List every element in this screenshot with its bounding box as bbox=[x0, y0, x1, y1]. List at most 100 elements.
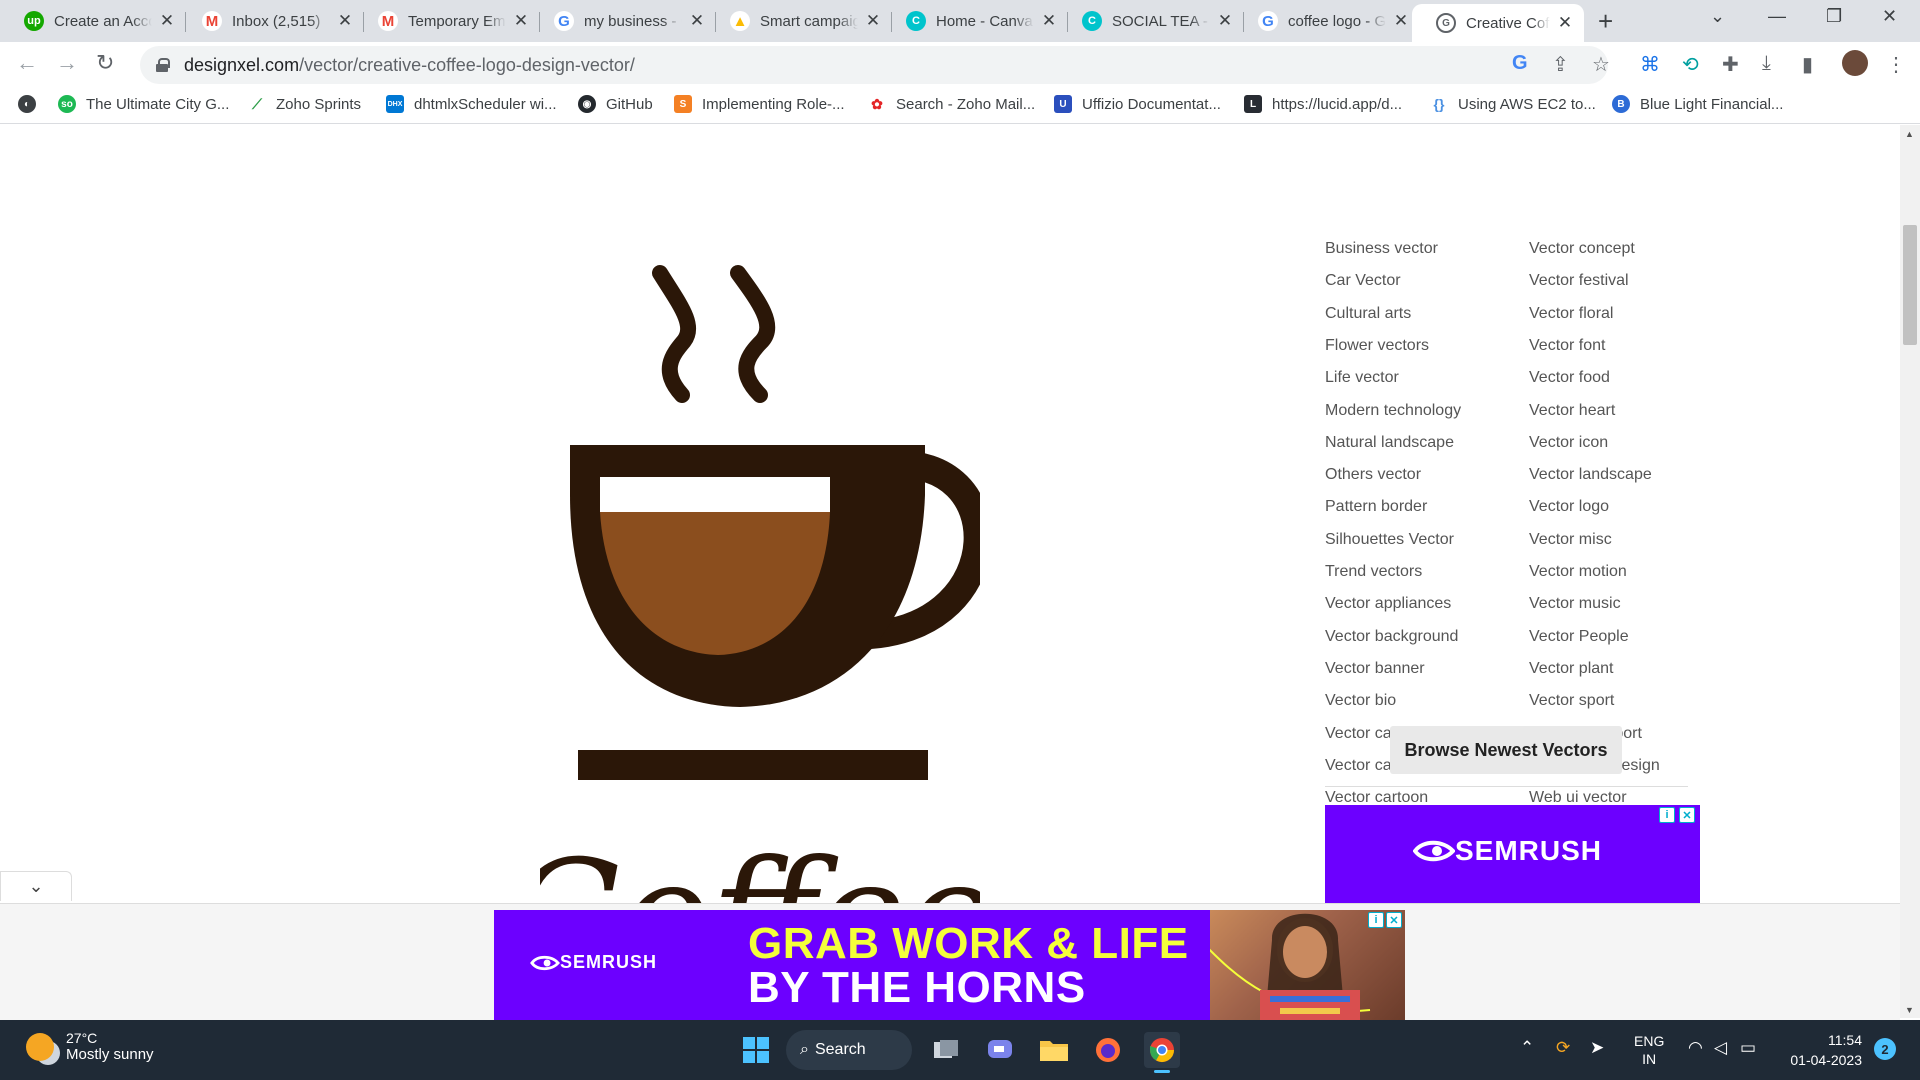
category-link[interactable]: Vector People bbox=[1529, 628, 1629, 646]
close-icon[interactable]: ✕ bbox=[1392, 11, 1410, 31]
tab-home-canva[interactable]: C Home - Canva ✕ bbox=[882, 0, 1068, 42]
close-icon[interactable]: ✕ bbox=[1216, 11, 1234, 31]
category-link[interactable]: Vector icon bbox=[1529, 434, 1608, 452]
wifi-icon[interactable]: ◠ bbox=[1688, 1038, 1703, 1058]
category-link[interactable]: Vector motion bbox=[1529, 563, 1627, 581]
category-link[interactable]: Vector concept bbox=[1529, 240, 1635, 258]
minimize-icon[interactable]: — bbox=[1768, 6, 1786, 27]
tab-create-account[interactable]: up Create an Account ✕ bbox=[0, 0, 186, 42]
taskbar-search[interactable]: ⌕ Search bbox=[786, 1030, 912, 1070]
category-link[interactable]: Life vector bbox=[1325, 369, 1399, 387]
chrome-icon[interactable] bbox=[1144, 1032, 1180, 1073]
browse-newest-vectors-button[interactable]: Browse Newest Vectors bbox=[1390, 726, 1622, 774]
restore-icon[interactable]: ❐ bbox=[1826, 6, 1842, 27]
google-lens-icon[interactable]: G bbox=[1512, 52, 1528, 75]
address-bar[interactable]: designxel.com/vector/creative-coffee-log… bbox=[140, 46, 1608, 84]
bookmark-blue-light[interactable]: B Blue Light Financial... bbox=[1612, 95, 1783, 113]
close-icon[interactable]: ✕ bbox=[1556, 13, 1574, 33]
close-icon[interactable]: ✕ bbox=[688, 11, 706, 31]
tab-smart-campaigns[interactable]: ▲ Smart campaigns ✕ bbox=[706, 0, 892, 42]
category-link[interactable]: Vector logo bbox=[1529, 498, 1609, 516]
semrush-bottom-ad[interactable]: SEMRUSH GRAB WORK & LIFE BY THE HORNS i … bbox=[494, 910, 1405, 1024]
send-icon[interactable]: ➤ bbox=[1590, 1038, 1604, 1058]
download-icon[interactable]: ⤓ bbox=[1762, 52, 1771, 75]
category-link[interactable]: Car Vector bbox=[1325, 272, 1401, 290]
close-icon[interactable]: ✕ bbox=[864, 11, 882, 31]
category-link[interactable]: Vector landscape bbox=[1529, 466, 1652, 484]
category-link[interactable]: Vector food bbox=[1529, 369, 1610, 387]
weather-widget[interactable]: 27°C Mostly sunny bbox=[26, 1030, 154, 1063]
teams-chat-icon[interactable] bbox=[982, 1032, 1018, 1068]
notification-badge[interactable]: 2 bbox=[1874, 1038, 1896, 1060]
bookmark-dhtmlx[interactable]: DHX dhtmlxScheduler wi... bbox=[386, 95, 557, 113]
tab-my-business[interactable]: G my business - Google ✕ bbox=[530, 0, 716, 42]
close-icon[interactable]: ✕ bbox=[158, 11, 176, 31]
tab-temporary-email[interactable]: M Temporary Email ✕ bbox=[354, 0, 540, 42]
category-link[interactable]: Trend vectors bbox=[1325, 563, 1422, 581]
task-view-icon[interactable] bbox=[928, 1032, 964, 1068]
bookmark-github[interactable]: ◉ GitHub bbox=[578, 95, 653, 113]
category-link[interactable]: Vector heart bbox=[1529, 402, 1615, 420]
tab-creative-coffee-logo[interactable]: G Creative Coffee Logo ✕ bbox=[1412, 4, 1584, 42]
window-close-icon[interactable]: ✕ bbox=[1882, 6, 1897, 27]
extension-icon[interactable]: ⟲ bbox=[1682, 52, 1699, 77]
close-icon[interactable]: ✕ bbox=[336, 11, 354, 31]
category-link[interactable]: Modern technology bbox=[1325, 402, 1461, 420]
bookmark-lucid[interactable]: L https://lucid.app/d... bbox=[1244, 95, 1402, 113]
scrollbar-thumb[interactable] bbox=[1903, 225, 1917, 345]
semrush-side-ad[interactable]: i ✕ SEMRUSH bbox=[1325, 805, 1700, 905]
reload-icon[interactable]: ↻ bbox=[96, 50, 114, 76]
category-link[interactable]: Vector sport bbox=[1529, 692, 1614, 710]
category-link[interactable]: Silhouettes Vector bbox=[1325, 531, 1454, 549]
volume-icon[interactable]: ◁ bbox=[1714, 1038, 1727, 1058]
close-icon[interactable]: ✕ bbox=[1040, 11, 1058, 31]
sync-icon[interactable]: ⟳ bbox=[1556, 1038, 1570, 1058]
category-link[interactable]: Cultural arts bbox=[1325, 305, 1411, 323]
tab-search-chevron-icon[interactable]: ⌄ bbox=[1710, 6, 1725, 27]
battery-icon[interactable]: ▭ bbox=[1740, 1038, 1756, 1058]
bookmark-city-guide[interactable]: so The Ultimate City G... bbox=[58, 95, 229, 113]
scroll-up-icon[interactable]: ▲ bbox=[1905, 129, 1914, 139]
file-explorer-icon[interactable] bbox=[1036, 1032, 1072, 1068]
category-link[interactable]: Vector festival bbox=[1529, 272, 1629, 290]
forward-icon[interactable]: → bbox=[56, 50, 78, 76]
tab-social-tea[interactable]: C SOCIAL TEA - Canva ✕ bbox=[1058, 0, 1244, 42]
category-link[interactable]: Vector music bbox=[1529, 595, 1621, 613]
menu-icon[interactable]: ⋮ bbox=[1886, 52, 1906, 77]
puzzle-icon[interactable]: ✚ bbox=[1722, 52, 1739, 77]
adchoices-icon[interactable]: i bbox=[1659, 807, 1675, 823]
collapse-ad-button[interactable]: ⌄ bbox=[0, 871, 72, 901]
back-icon[interactable]: ← bbox=[16, 50, 38, 76]
translate-extension-icon[interactable]: ⌘ bbox=[1640, 52, 1660, 77]
category-link[interactable]: Business vector bbox=[1325, 240, 1438, 258]
category-link[interactable]: Vector misc bbox=[1529, 531, 1612, 549]
bookmark-zoho-mail[interactable]: ✿ Search - Zoho Mail... bbox=[868, 95, 1035, 113]
tab-coffee-logo[interactable]: G coffee logo - Google ✕ bbox=[1234, 0, 1420, 42]
share-icon[interactable]: ⇪ bbox=[1552, 52, 1569, 77]
language-indicator[interactable]: ENG IN bbox=[1634, 1032, 1664, 1068]
ad-close-icon[interactable]: ✕ bbox=[1386, 912, 1402, 928]
category-link[interactable]: Vector plant bbox=[1529, 660, 1614, 678]
profile-avatar[interactable] bbox=[1842, 50, 1868, 76]
bookmark-aws-ec2[interactable]: {} Using AWS EC2 to... bbox=[1430, 95, 1596, 113]
firefox-icon[interactable] bbox=[1090, 1032, 1126, 1068]
bookmark-zoho-sprints[interactable]: ⟋ Zoho Sprints bbox=[248, 95, 361, 113]
category-link[interactable]: Others vector bbox=[1325, 466, 1421, 484]
new-tab-button[interactable]: + bbox=[1598, 6, 1613, 37]
bookmark-uffizio[interactable]: U Uffizio Documentat... bbox=[1054, 95, 1221, 113]
category-link[interactable]: Flower vectors bbox=[1325, 337, 1429, 355]
ad-close-icon[interactable]: ✕ bbox=[1679, 807, 1695, 823]
bookmark-implementing-role[interactable]: S Implementing Role-... bbox=[674, 95, 845, 113]
category-link[interactable]: Vector banner bbox=[1325, 660, 1425, 678]
chevron-up-icon[interactable]: ⌃ bbox=[1520, 1038, 1534, 1058]
category-link[interactable]: Vector bio bbox=[1325, 692, 1396, 710]
page-scrollbar[interactable]: ▲ ▼ bbox=[1900, 125, 1920, 1018]
clock[interactable]: 11:54 01-04-2023 bbox=[1776, 1030, 1862, 1070]
scroll-down-icon[interactable]: ▼ bbox=[1905, 1005, 1914, 1015]
category-link[interactable]: Vector appliances bbox=[1325, 595, 1451, 613]
tab-inbox[interactable]: M Inbox (2,515) ✕ bbox=[178, 0, 364, 42]
close-icon[interactable]: ✕ bbox=[512, 11, 530, 31]
adchoices-icon[interactable]: i bbox=[1368, 912, 1384, 928]
category-link[interactable]: Vector font bbox=[1529, 337, 1606, 355]
category-link[interactable]: Pattern border bbox=[1325, 498, 1427, 516]
